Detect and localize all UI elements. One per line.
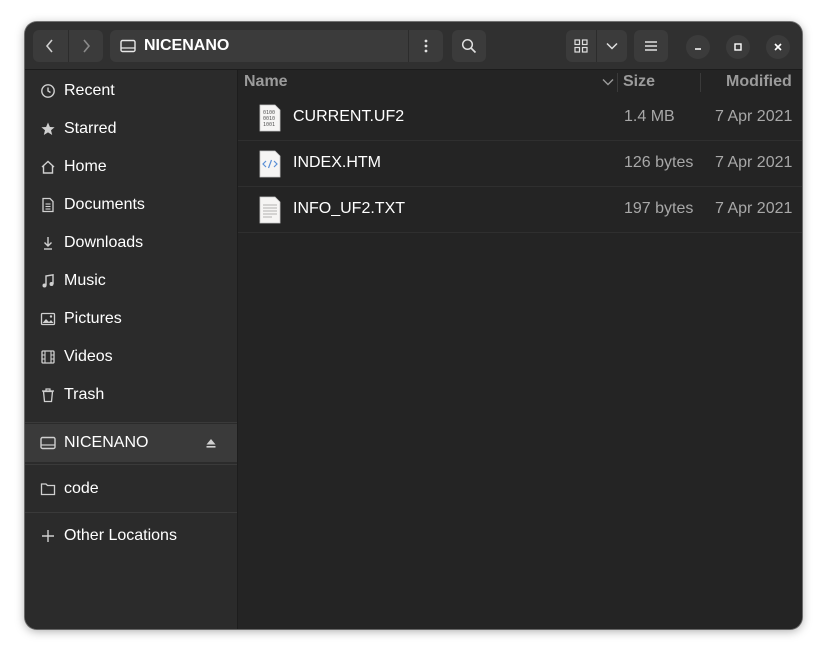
picture-icon: [39, 310, 57, 328]
column-header-name[interactable]: Name: [244, 70, 614, 94]
trash-icon: [39, 386, 57, 404]
forward-button[interactable]: [67, 30, 104, 62]
path-menu-button[interactable]: [408, 30, 443, 62]
music-icon: [39, 272, 57, 290]
sidebar-item-device-nicenano[interactable]: NICENANO: [25, 424, 237, 462]
chevron-right-icon: [83, 39, 90, 53]
file-row[interactable]: 0100 0010 1001 CURRENT.UF2 1.4 MB 7 Apr …: [238, 94, 802, 141]
sidebar: Recent Starred Home Documents Downloads …: [25, 70, 238, 629]
close-icon: [774, 43, 782, 51]
header-bar: NICENANO: [25, 22, 802, 70]
sidebar-item-other-locations[interactable]: Other Locations: [25, 517, 237, 555]
sidebar-item-label: code: [64, 480, 99, 497]
download-icon: [39, 234, 57, 252]
drive-icon: [120, 39, 136, 53]
minimize-button[interactable]: [686, 35, 710, 59]
sidebar-item-label: Videos: [64, 348, 113, 365]
sidebar-item-label: Home: [64, 158, 107, 175]
sidebar-item-label: Documents: [64, 196, 145, 213]
sidebar-item-starred[interactable]: Starred: [25, 110, 237, 148]
sidebar-item-recent[interactable]: Recent: [25, 72, 237, 110]
view-switcher: [566, 30, 627, 62]
plus-icon: [39, 527, 57, 545]
text-file-icon: [259, 196, 281, 224]
maximize-button[interactable]: [726, 35, 750, 59]
sidebar-divider: [25, 422, 237, 423]
sidebar-item-label: Other Locations: [64, 527, 177, 544]
file-row[interactable]: INFO_UF2.TXT 197 bytes 7 Apr 2021: [238, 186, 802, 233]
sidebar-item-label: Music: [64, 272, 106, 289]
sidebar-item-documents[interactable]: Documents: [25, 186, 237, 224]
sidebar-item-trash[interactable]: Trash: [25, 376, 237, 414]
html-file-icon: [259, 150, 281, 178]
search-icon: [461, 38, 477, 54]
file-list-view: Name Size Modified 0100 0010 1001 CURREN…: [238, 70, 802, 629]
column-separator: [617, 73, 618, 92]
chevron-down-icon: [606, 42, 618, 50]
file-name: INFO_UF2.TXT: [293, 200, 406, 217]
column-header-name-label: Name: [244, 73, 288, 90]
sidebar-divider: [25, 512, 237, 513]
column-separator: [700, 73, 701, 92]
home-icon: [39, 158, 57, 176]
sidebar-item-label: Recent: [64, 82, 115, 99]
column-header-modified[interactable]: Modified: [726, 70, 792, 94]
file-row[interactable]: INDEX.HTM 126 bytes 7 Apr 2021: [238, 140, 802, 187]
file-name: CURRENT.UF2: [293, 108, 405, 125]
path-label: NICENANO: [144, 37, 230, 54]
sidebar-item-downloads[interactable]: Downloads: [25, 224, 237, 262]
maximize-icon: [734, 43, 742, 51]
file-name: INDEX.HTM: [293, 154, 381, 171]
svg-text:1001: 1001: [263, 122, 275, 128]
column-header-modified-label: Modified: [726, 73, 792, 90]
sidebar-item-home[interactable]: Home: [25, 148, 237, 186]
grid-view-button[interactable]: [566, 30, 596, 62]
binary-file-icon: 0100 0010 1001: [259, 104, 281, 132]
folder-icon: [39, 480, 57, 498]
file-modified: 7 Apr 2021: [715, 108, 793, 125]
path-bar[interactable]: NICENANO: [110, 30, 443, 62]
sidebar-item-label: NICENANO: [64, 434, 149, 451]
document-icon: [39, 196, 57, 214]
sidebar-item-pictures[interactable]: Pictures: [25, 300, 237, 338]
chevron-left-icon: [46, 39, 53, 53]
file-modified: 7 Apr 2021: [715, 154, 793, 171]
back-button[interactable]: [33, 30, 68, 62]
sidebar-item-videos[interactable]: Videos: [25, 338, 237, 376]
eject-icon[interactable]: [205, 436, 217, 454]
close-button[interactable]: [766, 35, 790, 59]
search-button[interactable]: [452, 30, 486, 62]
hamburger-menu-icon: [645, 41, 657, 51]
file-manager-window: NICENANO Recent Starred Home Documents D…: [25, 22, 802, 629]
main-menu-button[interactable]: [634, 30, 668, 62]
sidebar-item-bookmark-code[interactable]: code: [25, 470, 237, 508]
vertical-dots-icon: [424, 39, 428, 53]
sidebar-item-label: Starred: [64, 120, 117, 137]
grid-icon: [574, 39, 588, 53]
sort-descending-icon: [602, 79, 614, 86]
sidebar-item-label: Downloads: [64, 234, 144, 251]
sidebar-item-label: Pictures: [64, 310, 122, 327]
sidebar-divider: [25, 464, 237, 465]
drive-icon: [39, 434, 57, 452]
column-header-size-label: Size: [623, 73, 656, 90]
file-size: 126 bytes: [624, 154, 694, 171]
column-header-size[interactable]: Size: [623, 70, 655, 94]
navigation-buttons: [33, 30, 103, 62]
sidebar-item-music[interactable]: Music: [25, 262, 237, 300]
sidebar-item-label: Trash: [64, 386, 105, 403]
video-icon: [39, 348, 57, 366]
star-icon: [39, 120, 57, 138]
file-modified: 7 Apr 2021: [715, 200, 793, 217]
file-size: 1.4 MB: [624, 108, 675, 125]
clock-icon: [39, 82, 57, 100]
view-options-button[interactable]: [596, 30, 627, 62]
minimize-icon: [695, 48, 701, 50]
file-size: 197 bytes: [624, 200, 694, 217]
